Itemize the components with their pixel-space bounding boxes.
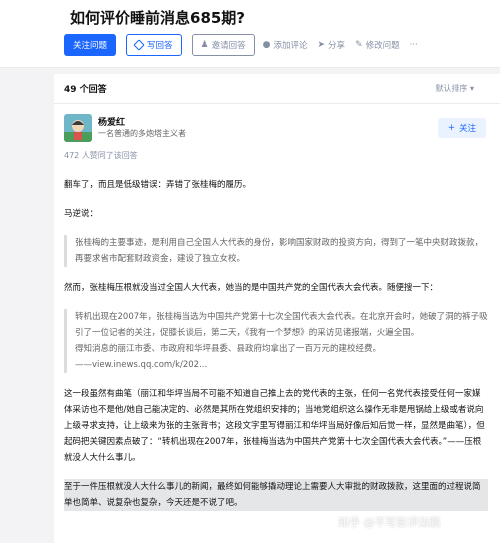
quote-source-link[interactable]: ——view.inews.qq.com/k/202...: [75, 357, 488, 373]
follow-question-button[interactable]: 关注问题: [64, 34, 117, 56]
paragraph: 翻车了，而且是低级错误：弄错了张桂梅的履历。: [64, 180, 252, 190]
add-comment-label: 添加评论: [273, 41, 308, 51]
watermark: 知乎 @不写影评柒鹏: [338, 516, 441, 529]
paragraph: 然而，张桂梅压根就没当过全国人大代表，她当的是中国共产党的全国代表大会代表。随便…: [64, 283, 439, 293]
follow-author-button[interactable]: + 关注: [438, 118, 486, 138]
answer-content: 翻车了，而且是低级错误：弄错了张桂梅的履历。 马逆说： 张桂梅的主要事迹，是利用…: [64, 177, 488, 524]
edit-label: 修改问题: [365, 41, 400, 51]
add-comment-button[interactable]: ● 添加评论: [263, 39, 308, 51]
write-answer-label: 写回答: [147, 41, 173, 51]
plus-icon: +: [447, 123, 456, 133]
blockquote: 转机出现在2007年，张桂梅当选为中国共产党第十七次全国代表大会代表。在北京开会…: [64, 309, 488, 373]
sort-dropdown[interactable]: 默认排序 ▾: [435, 83, 474, 94]
author-bio: 一名普通的多炮塔主义者: [98, 129, 186, 138]
avatar[interactable]: [64, 114, 92, 142]
sort-label: 默认排序: [435, 84, 468, 93]
write-answer-button[interactable]: 写回答: [126, 34, 182, 56]
edit-icon: ✎: [355, 40, 363, 50]
answers-header: 49 个回答 默认排序 ▾: [54, 74, 500, 104]
edit-question-button[interactable]: ✎ 修改问题: [355, 39, 400, 51]
invite-answer-button[interactable]: ♟ 邀请回答: [191, 34, 255, 56]
share-button[interactable]: ➤ 分享: [318, 39, 346, 51]
quote-text: 张桂梅的主要事迹，是利用自己全国人大代表的身份，影响国家财政的投资方向，得到了一…: [75, 238, 484, 264]
question-actions: 关注问题 写回答 ♟ 邀请回答 ● 添加评论 ➤ 分享 ✎ 修改问题 ···: [64, 34, 428, 56]
invite-label: 邀请回答: [211, 41, 246, 51]
comment-icon: ●: [262, 40, 271, 50]
question-header: 如何评价睡前消息685期? 关注问题 写回答 ♟ 邀请回答 ● 添加评论 ➤ 分享 ✎…: [0, 0, 500, 68]
author-name[interactable]: 杨爱红: [98, 115, 125, 128]
answer-card: 49 个回答 默认排序 ▾ 杨爱红 一名普通的多炮塔主义者 + 关注 472 人赞…: [54, 74, 500, 543]
share-label: 分享: [328, 41, 346, 51]
quote-text: 转机出现在2007年，张桂梅当选为中国共产党第十七次全国代表大会代表。在北京开会…: [75, 312, 488, 338]
quote-text: 得知消息的丽江市委、市政府和华坪县委、县政府均拿出了一百万元的建校经费。: [75, 344, 382, 354]
sort-icon: ▾: [469, 84, 474, 93]
paragraph: 这一段虽然有曲笔（丽江和华坪当局不可能不知道自己推上去的党代表的主张，任何一名党…: [64, 389, 485, 463]
question-title: 如何评价睡前消息685期?: [70, 9, 246, 27]
share-icon: ➤: [317, 40, 326, 50]
vote-count: 472 人赞同了该回答: [64, 151, 138, 160]
follow-label: 关注: [459, 124, 477, 134]
person-add-icon: ♟: [200, 40, 209, 50]
highlighted-paragraph: 至于一件压根就没人大什么事儿的新闻，最终如何能够撬动理论上需要人大审批的财政拨款…: [64, 479, 488, 511]
blockquote: 张桂梅的主要事迹，是利用自己全国人大代表的身份，影响国家财政的投资方向，得到了一…: [64, 235, 488, 267]
answer-count: 49 个回答: [64, 85, 107, 95]
more-button[interactable]: ···: [410, 40, 418, 50]
paragraph: 马逆说：: [64, 209, 99, 219]
pen-icon: [133, 39, 145, 51]
